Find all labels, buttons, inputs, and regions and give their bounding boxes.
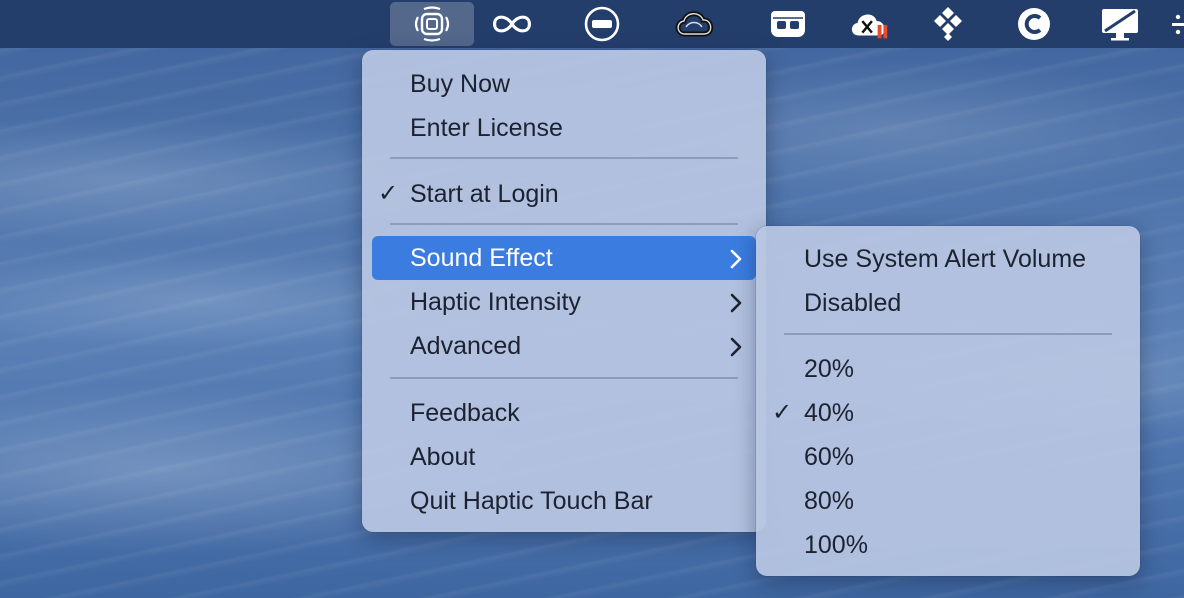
menu-item-label: Use System Alert Volume xyxy=(804,245,1087,273)
menu-item-label: 20% xyxy=(804,355,855,383)
menu-item-label: 80% xyxy=(804,487,855,515)
chevron-right-icon xyxy=(730,337,742,357)
menu-item-quit[interactable]: Quit Haptic Touch Bar xyxy=(372,479,756,523)
creative-cloud-icon[interactable] xyxy=(672,2,716,46)
haptic-touch-bar-icon[interactable] xyxy=(390,2,474,46)
menu-item-label: Advanced xyxy=(410,332,522,360)
submenu-item-use-system-alert-volume[interactable]: Use System Alert Volume xyxy=(766,237,1130,281)
menu-item-start-at-login[interactable]: ✓ Start at Login xyxy=(372,172,756,216)
menu-item-sound-effect[interactable]: Sound Effect xyxy=(372,236,756,280)
menu-item-buy-now[interactable]: Buy Now xyxy=(372,62,756,106)
dropbox-icon[interactable] xyxy=(926,2,970,46)
menu-item-label: About xyxy=(410,443,476,471)
menu-item-label: 60% xyxy=(804,443,855,471)
menu-item-label: Feedback xyxy=(410,399,520,427)
chevron-right-icon xyxy=(730,249,742,269)
submenu-item-level[interactable]: 80% xyxy=(766,479,1130,523)
menu-separator xyxy=(390,377,738,379)
checkmark-icon: ✓ xyxy=(772,399,793,426)
battery-minus-icon[interactable] xyxy=(580,2,624,46)
menu-item-label: Disabled xyxy=(804,289,902,317)
submenu-item-disabled[interactable]: Disabled xyxy=(766,281,1130,325)
menu-separator xyxy=(390,223,738,225)
submenu-item-level[interactable]: 60% xyxy=(766,435,1130,479)
infinity-icon[interactable] xyxy=(490,2,534,46)
display-slash-icon[interactable] xyxy=(1098,2,1142,46)
sound-effect-submenu: Use System Alert Volume Disabled 20% ✓ 4… xyxy=(756,226,1140,576)
chevron-right-icon xyxy=(730,293,742,313)
submenu-item-level[interactable]: ✓ 40% xyxy=(766,391,1130,435)
menu-separator xyxy=(390,157,738,159)
menu-item-label: Buy Now xyxy=(410,70,511,98)
game-controller-icon[interactable] xyxy=(766,2,810,46)
submenu-item-level[interactable]: 100% xyxy=(766,523,1130,567)
cloud-error-icon[interactable] xyxy=(848,2,892,46)
menu-item-enter-license[interactable]: Enter License xyxy=(372,106,756,150)
menu-item-advanced[interactable]: Advanced xyxy=(372,324,756,368)
menu-item-about[interactable]: About xyxy=(372,435,756,479)
menu-item-label: Sound Effect xyxy=(410,244,553,272)
menu-item-haptic-intensity[interactable]: Haptic Intensity xyxy=(372,280,756,324)
menu-item-label: Quit Haptic Touch Bar xyxy=(410,487,653,515)
menu-item-label: Haptic Intensity xyxy=(410,288,581,316)
menu-separator xyxy=(784,333,1112,335)
checkmark-icon: ✓ xyxy=(378,180,399,207)
menu-item-label: Enter License xyxy=(410,114,563,142)
menu-item-label: Start at Login xyxy=(410,180,559,208)
haptic-touch-bar-menu: Buy Now Enter License ✓ Start at Login S… xyxy=(362,50,766,532)
menu-item-feedback[interactable]: Feedback xyxy=(372,391,756,435)
menu-item-label: 100% xyxy=(804,531,868,559)
more-icon[interactable] xyxy=(1164,2,1184,46)
menu-bar xyxy=(0,0,1184,48)
submenu-item-level[interactable]: 20% xyxy=(766,347,1130,391)
menu-item-label: 40% xyxy=(804,399,855,427)
c-circle-icon[interactable] xyxy=(1012,2,1056,46)
